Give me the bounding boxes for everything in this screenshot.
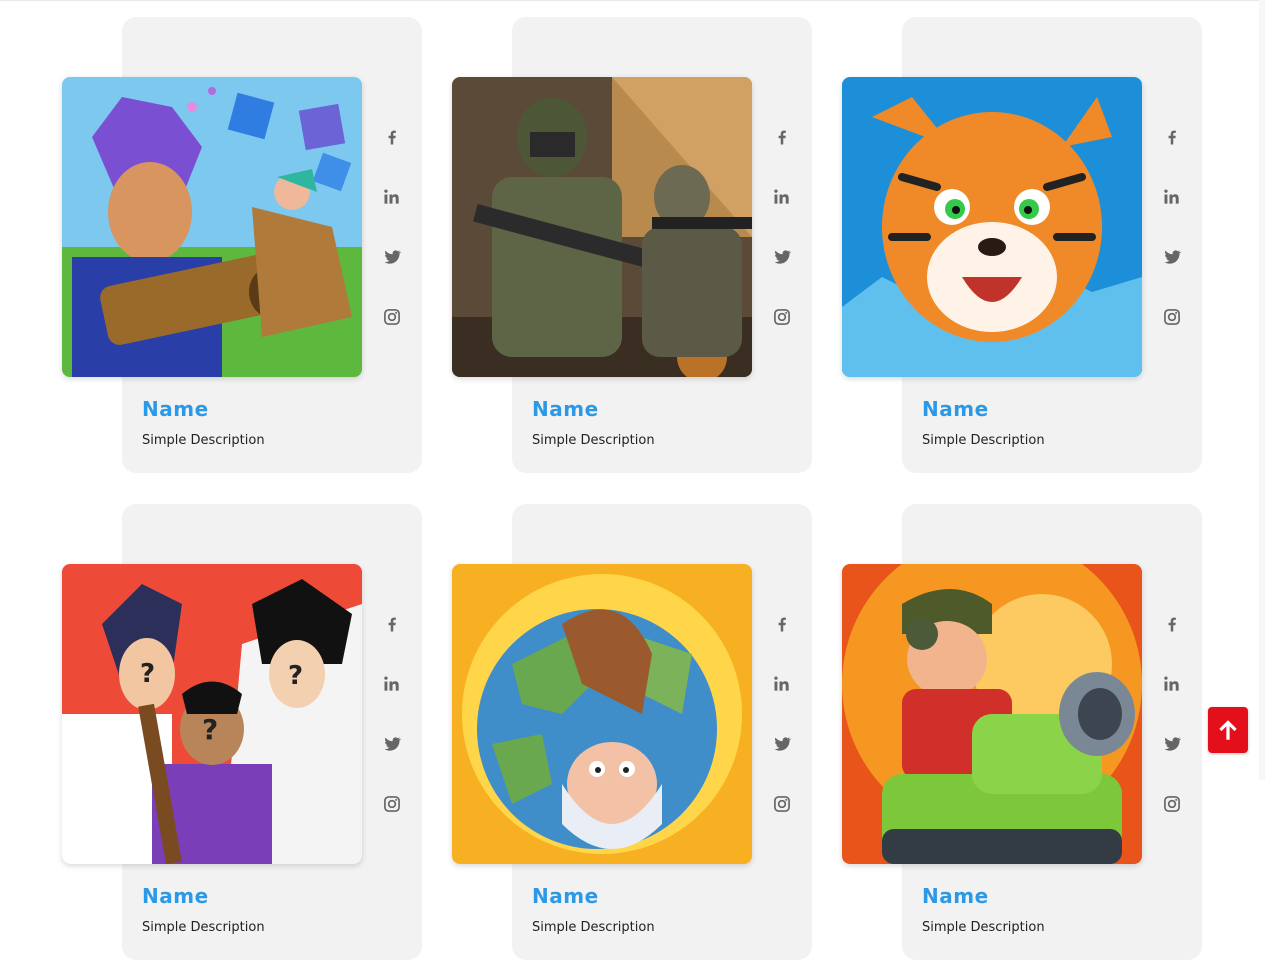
member-description: Simple Description bbox=[142, 920, 265, 935]
member-description: Simple Description bbox=[532, 920, 655, 935]
linkedin-icon[interactable] bbox=[770, 185, 794, 209]
page-scrollbar[interactable] bbox=[1259, 0, 1265, 780]
twitter-icon[interactable] bbox=[770, 732, 794, 756]
instagram-icon[interactable] bbox=[1160, 792, 1184, 816]
member-description: Simple Description bbox=[142, 433, 265, 448]
facebook-icon[interactable] bbox=[380, 612, 404, 636]
linkedin-icon[interactable] bbox=[380, 672, 404, 696]
team-grid: Name Simple Description Name Simple Desc… bbox=[0, 0, 1265, 960]
facebook-icon[interactable] bbox=[770, 125, 794, 149]
facebook-icon[interactable] bbox=[380, 125, 404, 149]
linkedin-icon[interactable] bbox=[1160, 185, 1184, 209]
twitter-icon[interactable] bbox=[770, 245, 794, 269]
member-photo bbox=[842, 77, 1142, 377]
member-description: Simple Description bbox=[922, 920, 1045, 935]
instagram-icon[interactable] bbox=[380, 305, 404, 329]
member-name: Name bbox=[922, 884, 989, 908]
member-photo bbox=[452, 77, 752, 377]
linkedin-icon[interactable] bbox=[380, 185, 404, 209]
svg-text:?: ? bbox=[202, 713, 218, 746]
svg-text:?: ? bbox=[288, 661, 303, 691]
member-description: Simple Description bbox=[922, 433, 1045, 448]
team-card: Name Simple Description bbox=[452, 504, 812, 960]
twitter-icon[interactable] bbox=[380, 245, 404, 269]
facebook-icon[interactable] bbox=[770, 612, 794, 636]
instagram-icon[interactable] bbox=[770, 305, 794, 329]
member-name: Name bbox=[922, 397, 989, 421]
twitter-icon[interactable] bbox=[1160, 245, 1184, 269]
member-photo bbox=[452, 564, 752, 864]
svg-text:?: ? bbox=[140, 659, 155, 689]
member-name: Name bbox=[142, 397, 209, 421]
member-name: Name bbox=[532, 397, 599, 421]
instagram-icon[interactable] bbox=[770, 792, 794, 816]
team-card: ? ? ? Name Simple Description bbox=[62, 504, 422, 960]
member-name: Name bbox=[532, 884, 599, 908]
member-description: Simple Description bbox=[532, 433, 655, 448]
member-photo bbox=[842, 564, 1142, 864]
team-card: Name Simple Description bbox=[452, 17, 812, 473]
arrow-up-icon bbox=[1219, 720, 1237, 740]
member-photo bbox=[62, 77, 362, 377]
team-card: Name Simple Description bbox=[842, 17, 1202, 473]
team-card: Name Simple Description bbox=[842, 504, 1202, 960]
twitter-icon[interactable] bbox=[380, 732, 404, 756]
facebook-icon[interactable] bbox=[1160, 125, 1184, 149]
linkedin-icon[interactable] bbox=[1160, 672, 1184, 696]
member-photo: ? ? ? bbox=[62, 564, 362, 864]
facebook-icon[interactable] bbox=[1160, 612, 1184, 636]
scroll-to-top-button[interactable] bbox=[1208, 707, 1248, 753]
member-name: Name bbox=[142, 884, 209, 908]
team-card: Name Simple Description bbox=[62, 17, 422, 473]
instagram-icon[interactable] bbox=[380, 792, 404, 816]
instagram-icon[interactable] bbox=[1160, 305, 1184, 329]
linkedin-icon[interactable] bbox=[770, 672, 794, 696]
twitter-icon[interactable] bbox=[1160, 732, 1184, 756]
